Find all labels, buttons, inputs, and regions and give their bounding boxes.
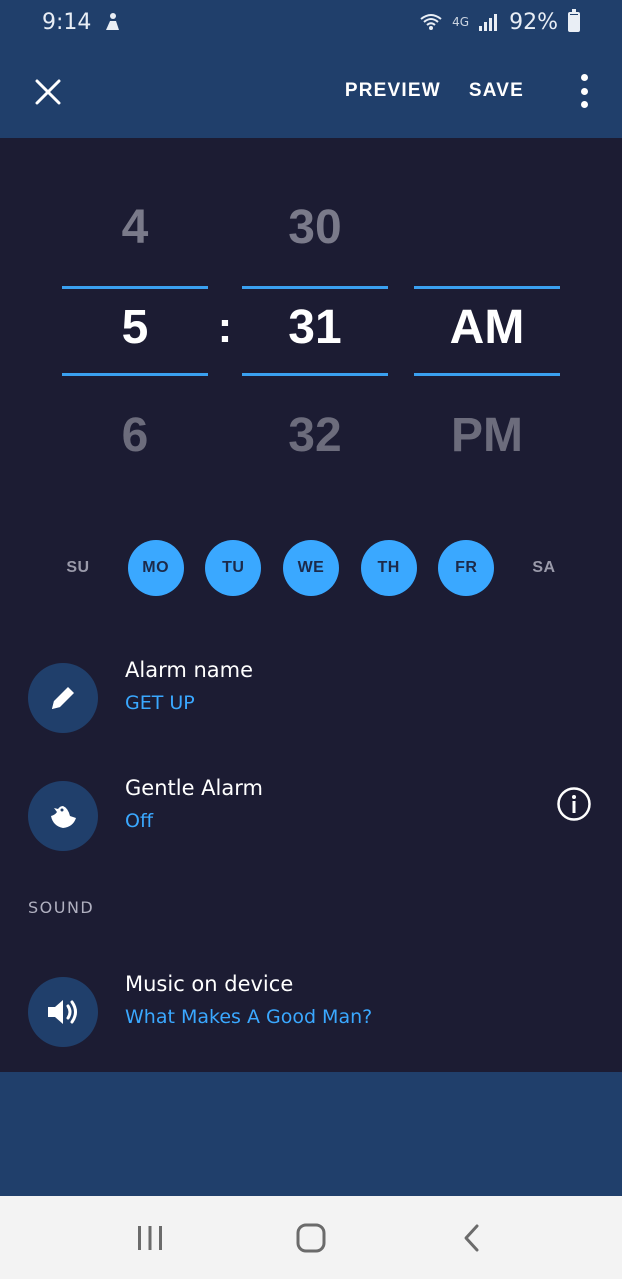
- home-icon: [296, 1223, 326, 1252]
- alarm-name-value: GET UP: [125, 692, 195, 714]
- alarm-name-title: Alarm name: [125, 658, 254, 682]
- minute-wheel[interactable]: 30 31 32: [242, 138, 388, 498]
- toolbar-actions: PREVIEW SAVE: [345, 44, 524, 138]
- battery-icon: [568, 9, 580, 32]
- day-selector: SU MO TU WE TH FR SA: [50, 540, 572, 596]
- time-picker: 4 5 6 : 30 31 32 AM PM: [0, 138, 622, 498]
- status-right: 4G 92%: [420, 9, 580, 35]
- music-value: What Makes A Good Man?: [125, 1006, 373, 1028]
- back-icon: [464, 1224, 479, 1251]
- more-dot: [580, 74, 588, 81]
- notification-icon: [106, 13, 120, 30]
- period-wheel[interactable]: AM PM: [414, 138, 560, 498]
- recents-icon: [138, 1225, 163, 1250]
- close-button[interactable]: [32, 76, 64, 108]
- home-button[interactable]: [281, 1208, 341, 1268]
- more-dot: [580, 87, 588, 95]
- more-dot: [580, 101, 588, 108]
- status-left: 9:14: [42, 10, 121, 35]
- period-line-bottom: [414, 373, 560, 376]
- info-icon: [557, 787, 591, 821]
- alarm-name-icon-circle: [28, 663, 98, 733]
- wifi-icon: [420, 14, 442, 30]
- period-line-top: [414, 286, 560, 289]
- status-time: 9:14: [42, 9, 92, 35]
- gentle-alarm-info-button[interactable]: [556, 786, 592, 822]
- music-icon-circle: [28, 977, 98, 1047]
- day-toggle-sa[interactable]: SA: [516, 540, 572, 596]
- day-toggle-su[interactable]: SU: [50, 540, 106, 596]
- day-toggle-we[interactable]: WE: [282, 540, 339, 596]
- speaker-icon: [48, 1000, 77, 1024]
- day-toggle-fr[interactable]: FR: [438, 540, 495, 596]
- back-button[interactable]: [442, 1208, 502, 1268]
- minute-next[interactable]: 32: [242, 408, 388, 463]
- hour-prev[interactable]: 4: [62, 200, 208, 255]
- hour-selected[interactable]: 5: [62, 300, 208, 355]
- sound-section-label: SOUND: [28, 898, 95, 917]
- gentle-alarm-row[interactable]: Gentle Alarm Off: [0, 770, 622, 851]
- music-row[interactable]: Music on device What Makes A Good Man?: [0, 966, 622, 1047]
- toolbar: PREVIEW SAVE: [0, 44, 622, 138]
- minute-prev[interactable]: 30: [242, 200, 388, 255]
- gentle-alarm-value: Off: [125, 810, 154, 832]
- minute-line-bottom: [242, 373, 388, 376]
- bottom-band: [0, 1072, 622, 1196]
- time-separator: :: [217, 303, 233, 352]
- recents-button[interactable]: [120, 1208, 180, 1268]
- minute-selected[interactable]: 31: [242, 300, 388, 355]
- signal-icon: [479, 14, 498, 31]
- period-next[interactable]: PM: [414, 408, 560, 463]
- hour-wheel[interactable]: 4 5 6: [62, 138, 208, 498]
- network-type: 4G: [452, 15, 470, 29]
- pencil-icon: [52, 687, 74, 709]
- gentle-alarm-title: Gentle Alarm: [125, 776, 263, 800]
- status-bar: 9:14 4G 92%: [0, 0, 622, 44]
- period-selected[interactable]: AM: [414, 300, 560, 355]
- hour-line-top: [62, 286, 208, 289]
- more-options-button[interactable]: [574, 74, 594, 108]
- day-toggle-th[interactable]: TH: [360, 540, 417, 596]
- minute-line-top: [242, 286, 388, 289]
- day-toggle-mo[interactable]: MO: [127, 540, 184, 596]
- save-button[interactable]: SAVE: [469, 80, 524, 102]
- system-nav-bar: [0, 1196, 622, 1279]
- battery-percent: 92%: [509, 9, 558, 35]
- preview-button[interactable]: PREVIEW: [345, 80, 441, 102]
- alarm-name-row[interactable]: Alarm name GET UP: [0, 652, 622, 733]
- music-title: Music on device: [125, 972, 294, 996]
- hour-line-bottom: [62, 373, 208, 376]
- hour-next[interactable]: 6: [62, 408, 208, 463]
- bird-icon: [51, 806, 76, 828]
- gentle-alarm-icon-circle: [28, 781, 98, 851]
- day-toggle-tu[interactable]: TU: [205, 540, 262, 596]
- close-icon: [35, 79, 61, 105]
